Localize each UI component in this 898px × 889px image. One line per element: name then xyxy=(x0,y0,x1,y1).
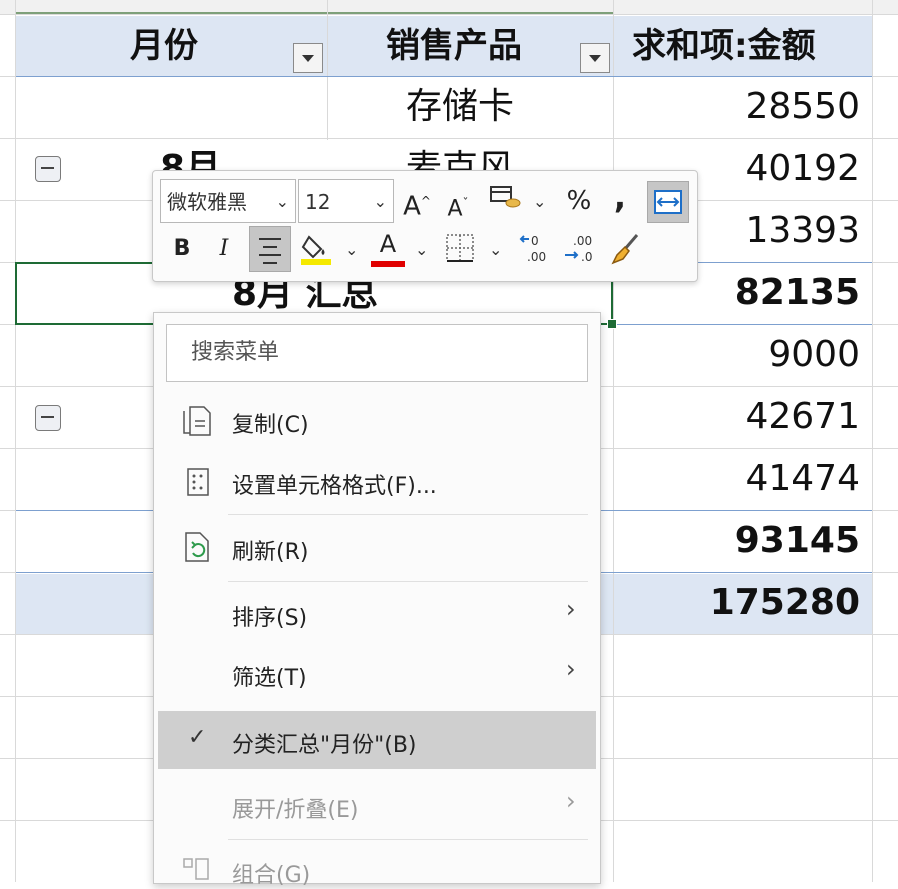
borders-button[interactable] xyxy=(443,231,477,267)
menu-item-expand-collapse[interactable]: 展开/折叠(E) xyxy=(232,792,358,824)
fill-color-button[interactable] xyxy=(299,231,333,267)
format-painter-button[interactable] xyxy=(607,231,643,267)
grand-total-amount-cell[interactable]: 175280 xyxy=(620,572,860,634)
grow-font-icon[interactable]: A^ xyxy=(401,181,433,222)
percent-style-button[interactable]: % xyxy=(561,181,597,221)
chevron-down-icon: ⌄ xyxy=(275,192,289,211)
group-icon xyxy=(180,853,214,883)
svg-text:.00: .00 xyxy=(527,250,546,264)
borders-icon xyxy=(446,234,474,262)
amount-cell[interactable]: 42671 xyxy=(620,386,860,448)
menu-separator xyxy=(228,839,588,840)
font-color-icon: A xyxy=(379,230,397,258)
increase-decimal-icon: 0 .00 xyxy=(519,234,546,264)
align-center-icon xyxy=(259,238,281,264)
decrease-decimal-icon: .00 .0 xyxy=(565,234,592,264)
header-month: 月份 xyxy=(130,26,198,66)
menu-separator xyxy=(228,581,588,582)
amount-cell[interactable]: 9000 xyxy=(620,324,860,386)
merge-icon xyxy=(654,190,682,214)
collapse-group-button[interactable] xyxy=(35,405,61,431)
menu-item-subtotal-month[interactable]: 分类汇总"月份"(B) xyxy=(232,727,417,759)
font-size-value: 12 xyxy=(305,190,331,214)
header-sum-amount: 求和项:金额 xyxy=(632,26,816,66)
mini-formatting-toolbar: 微软雅黑 ⌄ 12 ⌄ A^ Aˇ ⌄ % , B I ⌄ A ⌄ ⌄ 0 .0… xyxy=(152,170,698,282)
copy-icon xyxy=(180,403,214,439)
paint-bucket-icon xyxy=(301,235,331,265)
svg-text:0: 0 xyxy=(531,234,539,248)
chevron-down-icon: ⌄ xyxy=(373,192,387,211)
bold-button[interactable]: B xyxy=(167,229,197,269)
chevron-right-icon: › xyxy=(566,787,576,815)
increase-decimal-button[interactable]: 0 .00 xyxy=(517,231,553,267)
group-label-month[interactable]: 8月 xyxy=(160,138,221,170)
menu-item-group[interactable]: 组合(G) xyxy=(232,857,310,889)
amount-cell[interactable]: 41474 xyxy=(620,448,860,510)
checkmark-icon: ✓ xyxy=(188,725,207,750)
month-filter-dropdown-button[interactable] xyxy=(293,43,323,73)
header-product: 销售产品 xyxy=(386,26,522,66)
chevron-down-icon[interactable]: ⌄ xyxy=(415,230,428,270)
italic-button[interactable]: I xyxy=(209,229,239,269)
menu-item-copy[interactable]: 复制(C) xyxy=(232,407,309,439)
comma-style-button[interactable]: , xyxy=(605,177,635,217)
align-center-button[interactable] xyxy=(249,226,291,272)
chevron-down-icon[interactable]: ⌄ xyxy=(345,230,358,270)
collapse-group-button[interactable] xyxy=(35,156,61,182)
product-cell[interactable]: 麦克风 xyxy=(406,138,514,170)
refresh-icon xyxy=(180,529,214,565)
svg-text:.0: .0 xyxy=(581,250,592,264)
cell-style-icon[interactable] xyxy=(486,181,526,221)
search-menu-input[interactable]: 搜索菜单 xyxy=(166,324,588,382)
font-color-button[interactable]: A xyxy=(371,229,405,267)
chevron-down-icon[interactable]: ⌄ xyxy=(489,230,502,270)
font-color-swatch xyxy=(371,261,405,267)
shrink-font-icon[interactable]: Aˇ xyxy=(443,183,473,223)
decrease-decimal-button[interactable]: .00 .0 xyxy=(561,231,597,267)
menu-item-sort[interactable]: 排序(S) xyxy=(232,600,307,632)
product-filter-dropdown-button[interactable] xyxy=(580,43,610,73)
svg-text:.00: .00 xyxy=(573,234,592,248)
chevron-right-icon: › xyxy=(566,595,576,623)
font-size-select[interactable]: 12 ⌄ xyxy=(298,179,394,223)
merge-center-button[interactable] xyxy=(647,181,689,223)
menu-item-format-cells[interactable]: 设置单元格格式(F)... xyxy=(232,468,437,500)
format-painter-icon xyxy=(611,234,639,265)
format-cells-icon xyxy=(184,465,212,499)
font-name-select[interactable]: 微软雅黑 ⌄ xyxy=(160,179,296,223)
chevron-down-icon[interactable]: ⌄ xyxy=(533,182,546,222)
context-menu: 搜索菜单 复制(C) 设置单元格格式(F)... 刷新(R) 排序(S) › 筛… xyxy=(153,312,601,888)
menu-item-filter[interactable]: 筛选(T) xyxy=(232,660,307,692)
menu-item-refresh[interactable]: 刷新(R) xyxy=(232,534,308,566)
fill-handle[interactable] xyxy=(607,319,617,329)
product-cell[interactable]: 存储卡 xyxy=(406,76,514,138)
menu-separator xyxy=(228,514,588,515)
subtotal-amount-cell[interactable]: 93145 xyxy=(620,510,860,572)
amount-cell[interactable]: 28550 xyxy=(620,76,860,138)
chevron-right-icon: › xyxy=(566,655,576,683)
font-name-value: 微软雅黑 xyxy=(167,190,247,214)
